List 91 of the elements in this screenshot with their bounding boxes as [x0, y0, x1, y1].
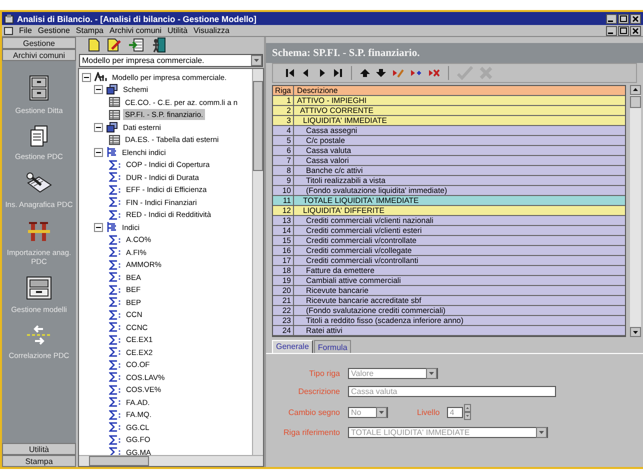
delete-row-icon[interactable]	[428, 68, 440, 78]
table-icon	[109, 97, 120, 108]
close-button[interactable]	[630, 14, 641, 24]
windows-icon	[106, 84, 118, 96]
sigma-icon	[109, 284, 121, 295]
menu-item[interactable]: Archivi comuni	[110, 26, 162, 35]
schema-title: Schema: SP.FI. - S.P. finanziario.	[272, 48, 420, 58]
move-down-icon[interactable]	[376, 68, 386, 78]
window-title: Analisi di Bilancio. - [Analisi di bilancio - Gestione Modello]	[17, 14, 256, 24]
sigma-icon	[109, 397, 121, 408]
menu-item[interactable]: Gestione	[38, 26, 70, 35]
field-label: Cambio segno	[287, 408, 340, 416]
scroll-up-icon[interactable]	[630, 85, 641, 95]
windows-icon	[106, 122, 118, 133]
add-row-icon[interactable]	[410, 68, 422, 78]
collapse-icon[interactable]	[94, 85, 103, 94]
sigma-icon	[109, 384, 121, 395]
collapse-icon[interactable]	[94, 148, 103, 157]
field-label: Descrizione	[297, 387, 340, 396]
sigma-icon	[109, 422, 121, 432]
field-label: Tipo riga	[308, 369, 340, 378]
hierarchy-icon	[94, 72, 107, 82]
checkmark-icon[interactable]	[457, 66, 473, 80]
sigma-icon	[109, 360, 121, 370]
previous-record-icon[interactable]	[301, 68, 311, 78]
sigma-icon	[109, 410, 121, 420]
list-icon	[106, 146, 117, 158]
sigma-icon	[109, 247, 121, 258]
form-tab[interactable]: Formula	[314, 340, 352, 353]
drawer-icon	[26, 276, 52, 300]
sidebar-tab[interactable]: Stampa	[2, 455, 76, 467]
last-record-icon[interactable]	[333, 68, 343, 78]
sigma-icon	[109, 160, 121, 170]
sigma-icon	[109, 447, 121, 455]
notepad-with-pen-icon	[25, 171, 53, 195]
scroll-down-icon[interactable]	[630, 327, 641, 337]
sigma-icon	[109, 297, 121, 308]
exit-door-icon[interactable]	[151, 37, 167, 53]
sigma-icon	[109, 272, 121, 282]
sigma-icon	[109, 197, 121, 208]
sigma-icon	[109, 260, 121, 270]
document-stack-icon	[30, 125, 48, 147]
field-label: Riga riferimento	[282, 428, 340, 437]
menu-item[interactable]: Utilità	[168, 26, 188, 35]
document-icon[interactable]	[4, 26, 13, 35]
sigma-icon	[109, 372, 121, 382]
app-icon	[4, 14, 14, 24]
new-document-icon[interactable]	[88, 38, 100, 52]
scrollbar-thumb[interactable]	[630, 96, 641, 108]
sidebar-tab[interactable]: Utilità	[2, 443, 76, 455]
collapse-icon[interactable]	[82, 72, 91, 82]
import-icon[interactable]	[128, 38, 144, 52]
menu-item[interactable]: Stampa	[76, 26, 104, 35]
minimize-button[interactable]	[606, 26, 617, 36]
sidebar-tab[interactable]: Archivi comuni	[2, 49, 76, 61]
vertical-scrollbar[interactable]	[252, 69, 263, 455]
field-label: Livello	[417, 408, 440, 416]
sigma-icon	[109, 234, 121, 245]
sigma-icon	[109, 334, 121, 345]
sigma-icon	[109, 322, 121, 332]
sigma-icon	[109, 184, 121, 195]
move-up-icon[interactable]	[360, 68, 370, 78]
table-icon	[109, 110, 120, 120]
cabinet-icon	[29, 75, 49, 101]
form-tab[interactable]: Generale	[272, 340, 313, 353]
sidebar-tab[interactable]: Gestione	[2, 37, 76, 49]
menu-item[interactable]: Visualizza	[194, 26, 230, 35]
sigma-icon	[109, 310, 121, 320]
vertical-scrollbar[interactable]	[630, 85, 641, 337]
sigma-icon	[109, 434, 121, 445]
first-record-icon[interactable]	[285, 68, 295, 78]
collapse-icon[interactable]	[94, 122, 103, 132]
horizontal-scrollbar[interactable]	[79, 455, 263, 466]
maximize-button[interactable]	[618, 26, 629, 36]
model-select[interactable]: Modello per impresa commerciale.	[79, 54, 263, 67]
menu-item[interactable]: File	[19, 26, 32, 35]
edit-document-icon[interactable]	[107, 38, 121, 52]
pillars-icon	[27, 219, 51, 243]
insert-row-icon[interactable]	[392, 68, 404, 78]
sigma-icon	[109, 210, 121, 220]
spinner-icon[interactable]	[464, 404, 471, 420]
sigma-icon	[109, 347, 121, 358]
collapse-icon[interactable]	[94, 222, 103, 232]
arrows-icon	[26, 324, 52, 346]
list-icon	[106, 221, 117, 234]
maximize-button[interactable]	[618, 14, 629, 24]
sigma-icon	[109, 172, 121, 182]
table-icon	[109, 134, 120, 145]
close-button[interactable]	[630, 26, 641, 36]
minimize-button[interactable]	[606, 14, 617, 24]
next-record-icon[interactable]	[317, 68, 327, 78]
